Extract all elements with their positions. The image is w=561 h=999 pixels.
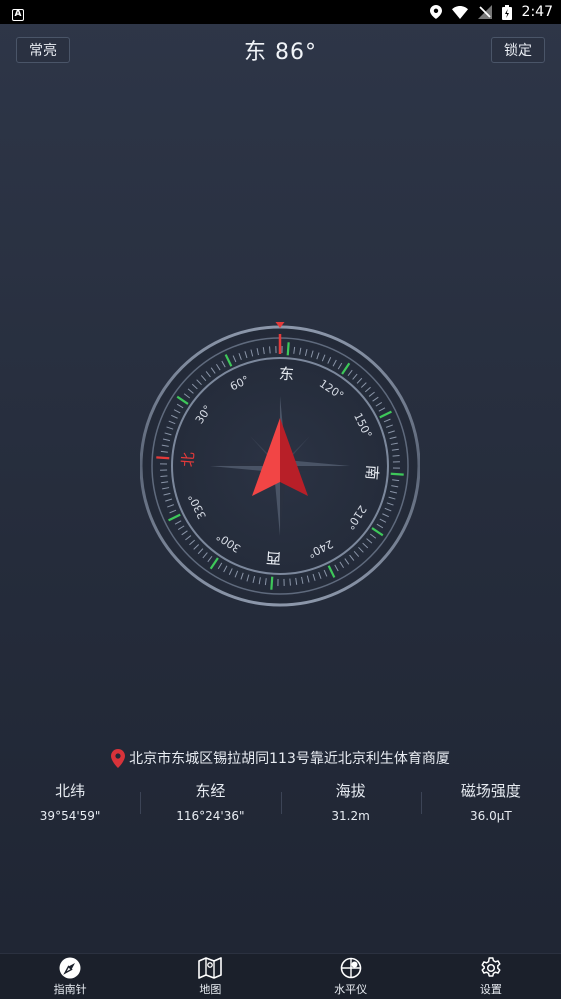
location-icon [429,5,442,19]
stats-row: 北纬 39°54'59" 东经 116°24'36" 海拔 31.2m 磁场强度… [0,780,561,823]
nav-label: 水平仪 [334,982,368,996]
bottom-nav: 指南针 地图 水平仪 设置 [0,953,561,999]
location-address: 北京市东城区锡拉胡同113号靠近北京利生体育商厦 [129,751,450,767]
notification-icon: A [12,8,24,21]
compass-label-south: 南 [362,464,381,480]
stat-value: 116°24'36" [176,809,245,823]
nav-map[interactable]: 地图 [140,954,280,999]
level-icon [340,957,361,978]
compass-label-east: 东 [278,365,294,384]
stat-latitude: 北纬 39°54'59" [0,780,140,823]
compass-tick [286,342,290,356]
compass-tick [269,346,271,354]
stat-label: 磁场强度 [460,782,521,800]
stat-longitude: 东经 116°24'36" [140,780,280,823]
compass-dial: 北东南西30°60° 120°150°210°240°300°330° [139,320,421,607]
stat-label: 东经 [195,782,226,800]
nav-compass[interactable]: 指南针 [0,954,140,999]
wifi-icon [451,5,468,19]
nav-label: 指南针 [53,982,87,996]
battery-icon [501,4,512,20]
nav-label: 地图 [199,982,222,996]
top-bar: 常亮 东 86° 锁定 [0,24,561,76]
nav-level[interactable]: 水平仪 [281,954,421,999]
stat-value: 36.0μT [470,809,512,823]
nav-label: 设置 [479,982,502,996]
map-icon [198,956,223,979]
compass-tick [289,578,291,586]
signal-off-icon [477,5,492,19]
compass-label-north: 北 [179,451,198,467]
heading-readout: 东 86° [244,40,317,65]
compass-tick [392,455,400,457]
stat-magnetic-field: 磁场强度 36.0μT [420,780,561,823]
compass-icon [59,957,81,978]
lock-button[interactable]: 锁定 [491,37,545,63]
location-row: 北京市东城区锡拉胡同113号靠近北京利生体育商厦 [0,748,561,768]
stat-altitude: 海拔 31.2m [280,780,421,823]
map-pin-icon [111,748,126,768]
nav-settings[interactable]: 设置 [421,954,561,999]
compass-tick [270,576,274,590]
stat-label: 海拔 [335,782,366,800]
compass-tick [156,456,170,460]
stat-value: 39°54'59" [39,809,101,823]
status-time: 2:47 [521,4,553,20]
stat-label: 北纬 [55,782,86,800]
compass[interactable]: 北东南西 30° 60° 120° 150° 210° 240° 300° 330° [139,320,421,608]
status-bar: A 2:47 [0,0,561,24]
gear-icon [481,956,501,977]
stat-value: 31.2m [331,809,370,823]
compass-tick [160,475,168,477]
compass-tick [390,472,404,476]
compass-label-west: 西 [265,548,281,567]
